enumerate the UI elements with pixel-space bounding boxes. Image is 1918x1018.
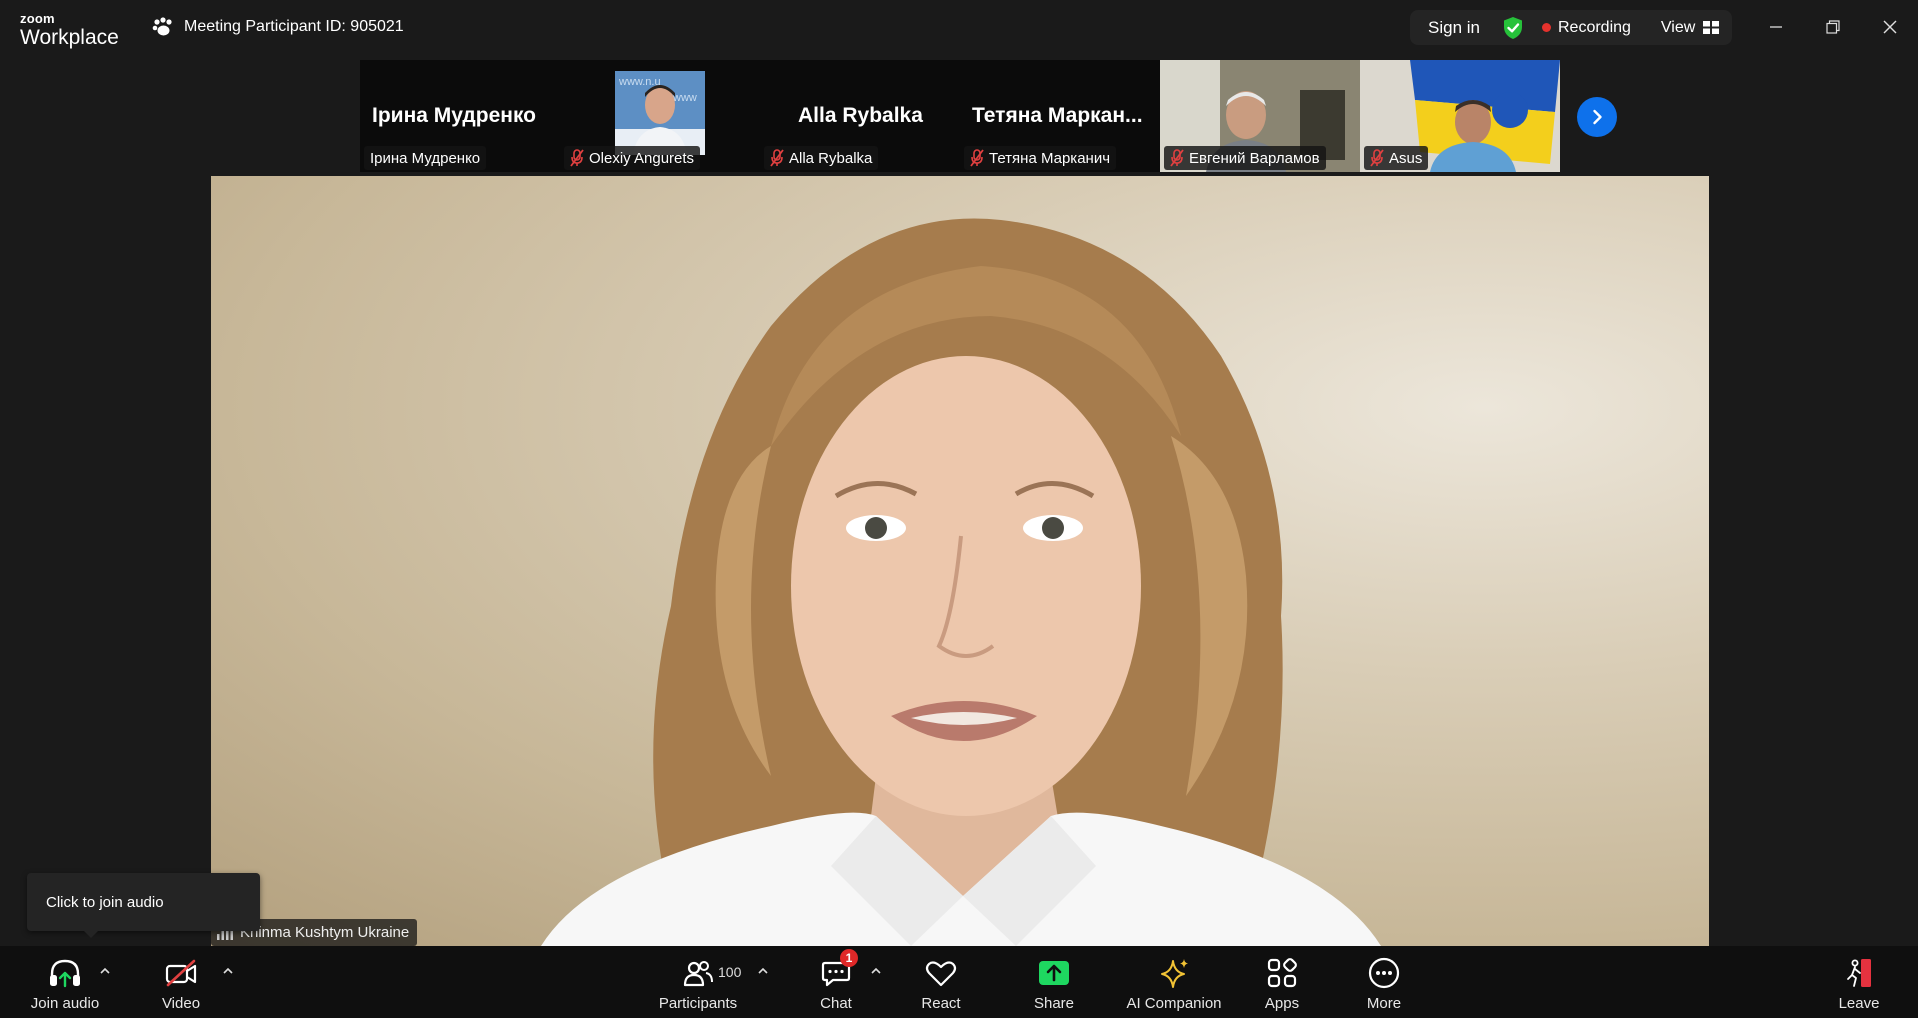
svg-text:www: www: [672, 92, 697, 104]
participant-count: 100: [718, 964, 742, 980]
more-button[interactable]: More: [1358, 956, 1410, 1016]
participants-label: Participants: [658, 995, 738, 1012]
ai-companion-button[interactable]: AI Companion: [1122, 956, 1226, 1016]
leave-door-icon: [1847, 959, 1871, 987]
participants-icon: [683, 961, 713, 987]
meeting-toolbar: Join audio Video Participants 100 1 Chat…: [0, 946, 1918, 1018]
join-audio-tooltip: Click to join audio: [27, 873, 260, 938]
participant-label-text: Olexiy Angurets: [589, 149, 695, 167]
recording-dot-icon: [1541, 23, 1551, 32]
share-button[interactable]: Share: [1028, 956, 1080, 1016]
mic-muted-icon: [970, 149, 984, 167]
join-audio-button[interactable]: Join audio: [28, 956, 102, 1016]
participant-avatar-photo: www.n.u www: [615, 71, 705, 155]
grid-view-icon: [1703, 21, 1720, 34]
video-label: Video: [161, 995, 201, 1012]
more-label: More: [1366, 995, 1402, 1012]
participant-tile[interactable]: Евгений Варламов: [1160, 60, 1360, 172]
apps-icon: [1267, 958, 1297, 988]
ai-companion-label: AI Companion: [1126, 995, 1222, 1012]
react-label: React: [921, 995, 961, 1012]
participant-name-large: Alla Rybalka: [798, 104, 923, 127]
audio-options-chevron-icon[interactable]: [98, 964, 112, 978]
participant-tile[interactable]: Ірина Мудренко Ірина Мудренко: [360, 60, 560, 172]
participants-options-chevron-icon[interactable]: [756, 964, 770, 978]
react-button[interactable]: React: [915, 956, 967, 1016]
sign-in-button[interactable]: Sign in: [1428, 18, 1480, 38]
restore-button[interactable]: [1818, 12, 1848, 42]
participant-label-text: Alla Rybalka: [789, 149, 873, 167]
participant-name-large: Ірина Мудренко: [372, 104, 537, 127]
tooltip-text: Click to join audio: [46, 893, 164, 911]
video-button[interactable]: Video: [153, 956, 209, 1016]
participant-label-text: Ірина Мудренко: [370, 149, 481, 167]
brand-workplace: Workplace: [20, 26, 119, 49]
minimize-button[interactable]: [1761, 12, 1791, 42]
meeting-id-text: Meeting Participant ID: 905021: [184, 18, 404, 35]
minimize-icon: [1770, 26, 1782, 28]
brand-zoom: zoom: [20, 11, 55, 26]
participant-label: Alla Rybalka: [764, 146, 879, 170]
mic-muted-icon: [770, 149, 784, 167]
view-button[interactable]: View: [1660, 18, 1720, 37]
chat-label: Chat: [820, 995, 852, 1012]
participant-label: Olexiy Angurets: [564, 146, 701, 170]
participant-tile[interactable]: Asus: [1360, 60, 1560, 172]
headphones-icon: [50, 959, 80, 988]
chat-button[interactable]: 1 Chat: [811, 949, 861, 1016]
next-page-button[interactable]: [1577, 97, 1617, 137]
participant-name-large: Тетяна Маркан...: [972, 104, 1143, 127]
participant-label-text: Asus: [1389, 149, 1423, 167]
participant-label: Asus: [1364, 146, 1429, 170]
share-label: Share: [1033, 995, 1075, 1012]
speaker-camera-feed: [541, 218, 1381, 946]
more-icon: [1368, 957, 1400, 989]
close-icon: [1883, 20, 1897, 34]
heart-icon: [925, 961, 957, 987]
active-speaker-video[interactable]: Kninma Kushtym Ukraine: [211, 176, 1709, 946]
header-controls: Sign in Recording View: [1410, 10, 1732, 45]
active-speaker-name: Kninma Kushtym Ukraine: [240, 924, 410, 941]
shield-check-icon[interactable]: [1502, 16, 1524, 40]
leave-button[interactable]: Leave: [1833, 956, 1885, 1016]
participant-label: Тетяна Марканич: [964, 146, 1117, 170]
meeting-info[interactable]: Meeting Participant ID: 905021: [152, 17, 404, 37]
chat-unread-badge: 1: [840, 949, 858, 967]
close-button[interactable]: [1875, 12, 1905, 42]
leave-label: Leave: [1838, 995, 1880, 1012]
chevron-right-icon: [1593, 109, 1602, 125]
participant-label: Ірина Мудренко: [364, 146, 487, 170]
restore-icon: [1826, 20, 1840, 34]
video-off-icon: [165, 959, 197, 987]
sparkle-icon: [1161, 959, 1188, 988]
mic-muted-icon: [1370, 149, 1384, 167]
video-options-chevron-icon[interactable]: [221, 964, 235, 978]
view-label: View: [1660, 18, 1696, 36]
participant-label-text: Тетяна Марканич: [989, 149, 1111, 167]
apps-label: Apps: [1264, 995, 1300, 1012]
app-logo: zoom Workplace: [20, 12, 119, 48]
participant-tile[interactable]: Тетяна Маркан... Тетяна Марканич: [960, 60, 1160, 172]
mic-muted-icon: [1170, 149, 1184, 167]
recording-label: Recording: [1557, 18, 1631, 36]
join-audio-label: Join audio: [30, 995, 100, 1012]
apps-button[interactable]: Apps: [1257, 956, 1307, 1016]
participant-tile[interactable]: Alla Rybalka Alla Rybalka: [760, 60, 960, 172]
participant-label-text: Евгений Варламов: [1189, 149, 1320, 167]
participant-tile[interactable]: www.n.u www Olexiy Angurets: [560, 60, 760, 172]
participant-label: Евгений Варламов: [1164, 146, 1326, 170]
chat-options-chevron-icon[interactable]: [869, 964, 883, 978]
paw-icon: [152, 17, 172, 36]
recording-indicator[interactable]: Recording: [1541, 18, 1631, 37]
mic-muted-icon: [570, 149, 584, 167]
share-screen-icon: [1039, 961, 1069, 985]
title-bar: zoom Workplace Meeting Participant ID: 9…: [0, 0, 1918, 56]
